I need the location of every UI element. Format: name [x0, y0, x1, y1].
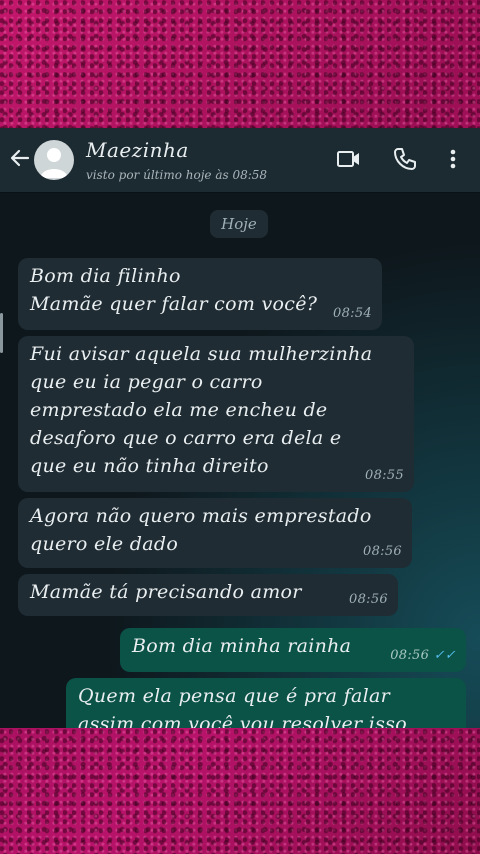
message-line: desaforo que o carro era dela e [30, 427, 342, 449]
chat-header: Maezinha visto por último hoje às 08:58 [0, 128, 480, 193]
message-line: Mamãe tá precisando amor [30, 581, 302, 603]
message-time: 08:56 [349, 592, 388, 607]
scroll-indicator[interactable] [0, 313, 3, 353]
last-seen-status: visto por último hoje às 08:58 [86, 168, 268, 182]
message-line: Mamãe quer falar com você? [30, 293, 318, 315]
person-icon [40, 148, 68, 178]
message-line: Agora não quero mais emprestado [30, 505, 372, 527]
message-line: Bom dia filinho [30, 265, 181, 287]
message-time: 08:56 [363, 544, 402, 559]
message-bubble-incoming[interactable]: Mamãe tá precisando amor 08:56 [18, 574, 398, 616]
message-time: 08:55 [365, 468, 404, 483]
message-bubble-incoming[interactable]: Fui avisar aquela sua mulherzinha que eu… [18, 336, 414, 492]
message-line: quero ele dado [30, 533, 179, 555]
video-camera-icon[interactable] [336, 146, 362, 172]
message-line: emprestado ela me encheu de [30, 399, 328, 421]
chat-screen: Maezinha visto por último hoje às 08:58 … [0, 128, 480, 728]
message-line: assim com você vou resolver isso [78, 713, 407, 728]
message-line: que eu não tinha direito [30, 455, 269, 477]
message-line: Quem ela pensa que é pra falar [78, 685, 390, 707]
message-time: 08:54 [333, 306, 372, 321]
message-bubble-incoming[interactable]: Bom dia filinho Mamãe quer falar com voc… [18, 258, 382, 330]
message-bubble-outgoing[interactable]: Quem ela pensa que é pra falar assim com… [66, 678, 466, 728]
more-vertical-icon[interactable] [446, 146, 460, 172]
contact-name[interactable]: Maezinha [86, 138, 189, 162]
message-bubble-incoming[interactable]: Agora não quero mais emprestado quero el… [18, 498, 412, 568]
arrow-left-icon[interactable] [8, 146, 32, 170]
phone-icon[interactable] [392, 146, 418, 172]
avatar[interactable] [34, 140, 74, 180]
message-time-wrap: 08:56 ✓✓ [390, 642, 456, 670]
message-time: 08:56 [390, 648, 430, 663]
message-bubble-outgoing[interactable]: Bom dia minha rainha 08:56 ✓✓ [120, 628, 466, 672]
message-line: que eu ia pegar o carro [30, 371, 263, 393]
double-check-icon: ✓✓ [433, 648, 456, 663]
message-line: Fui avisar aquela sua mulherzinha [30, 343, 373, 365]
date-chip: Hoje [210, 210, 268, 238]
